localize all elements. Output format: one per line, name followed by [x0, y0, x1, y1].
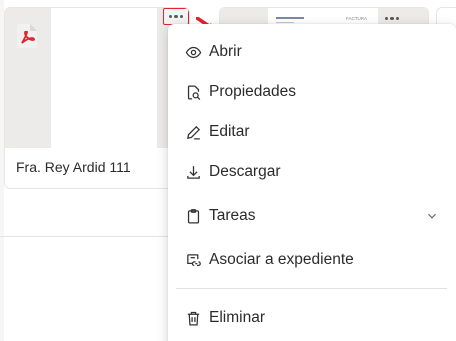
menu-item-asociar-expediente[interactable]: Asociar a expediente — [168, 242, 456, 278]
menu-item-tareas[interactable]: Tareas — [168, 198, 456, 234]
menu-item-eliminar[interactable]: Eliminar — [168, 300, 456, 336]
dot — [179, 14, 183, 19]
section-divider — [0, 236, 168, 237]
menu-item-label: Abrir — [209, 43, 242, 60]
chevron-down-icon — [428, 213, 436, 219]
document-title: Fra. Rey Ardid 111 — [16, 159, 131, 175]
document-page-thumbnail — [51, 8, 157, 148]
dot — [395, 16, 399, 21]
context-menu: Abrir Propiedades Editar Descargar Tarea… — [168, 24, 456, 341]
clipboard-icon — [184, 207, 202, 225]
menu-item-label: Tareas — [209, 207, 256, 224]
more-options-button[interactable] — [163, 8, 189, 25]
dot — [174, 14, 178, 19]
document-search-icon — [184, 83, 202, 101]
menu-item-label: Editar — [209, 123, 250, 140]
pencil-icon — [184, 123, 202, 141]
menu-item-propiedades[interactable]: Propiedades — [168, 74, 456, 110]
invoice-header-text: FACTURA — [346, 16, 368, 21]
trash-icon — [184, 309, 202, 327]
menu-item-label: Asociar a expediente — [209, 251, 354, 268]
menu-item-abrir[interactable]: Abrir — [168, 34, 456, 70]
menu-item-label: Propiedades — [209, 83, 297, 100]
dot — [390, 16, 394, 21]
download-icon — [184, 163, 202, 181]
dot — [169, 14, 173, 19]
menu-divider — [176, 288, 447, 289]
link-file-icon — [184, 251, 202, 269]
menu-item-descargar[interactable]: Descargar — [168, 154, 456, 190]
document-preview — [5, 8, 189, 148]
pdf-file-icon — [17, 24, 37, 48]
menu-item-label: Descargar — [209, 163, 281, 180]
dot — [385, 16, 389, 21]
menu-item-editar[interactable]: Editar — [168, 114, 456, 150]
eye-icon — [184, 43, 202, 61]
menu-item-label: Eliminar — [209, 309, 265, 326]
document-card[interactable]: Fra. Rey Ardid 111 — [4, 7, 190, 189]
